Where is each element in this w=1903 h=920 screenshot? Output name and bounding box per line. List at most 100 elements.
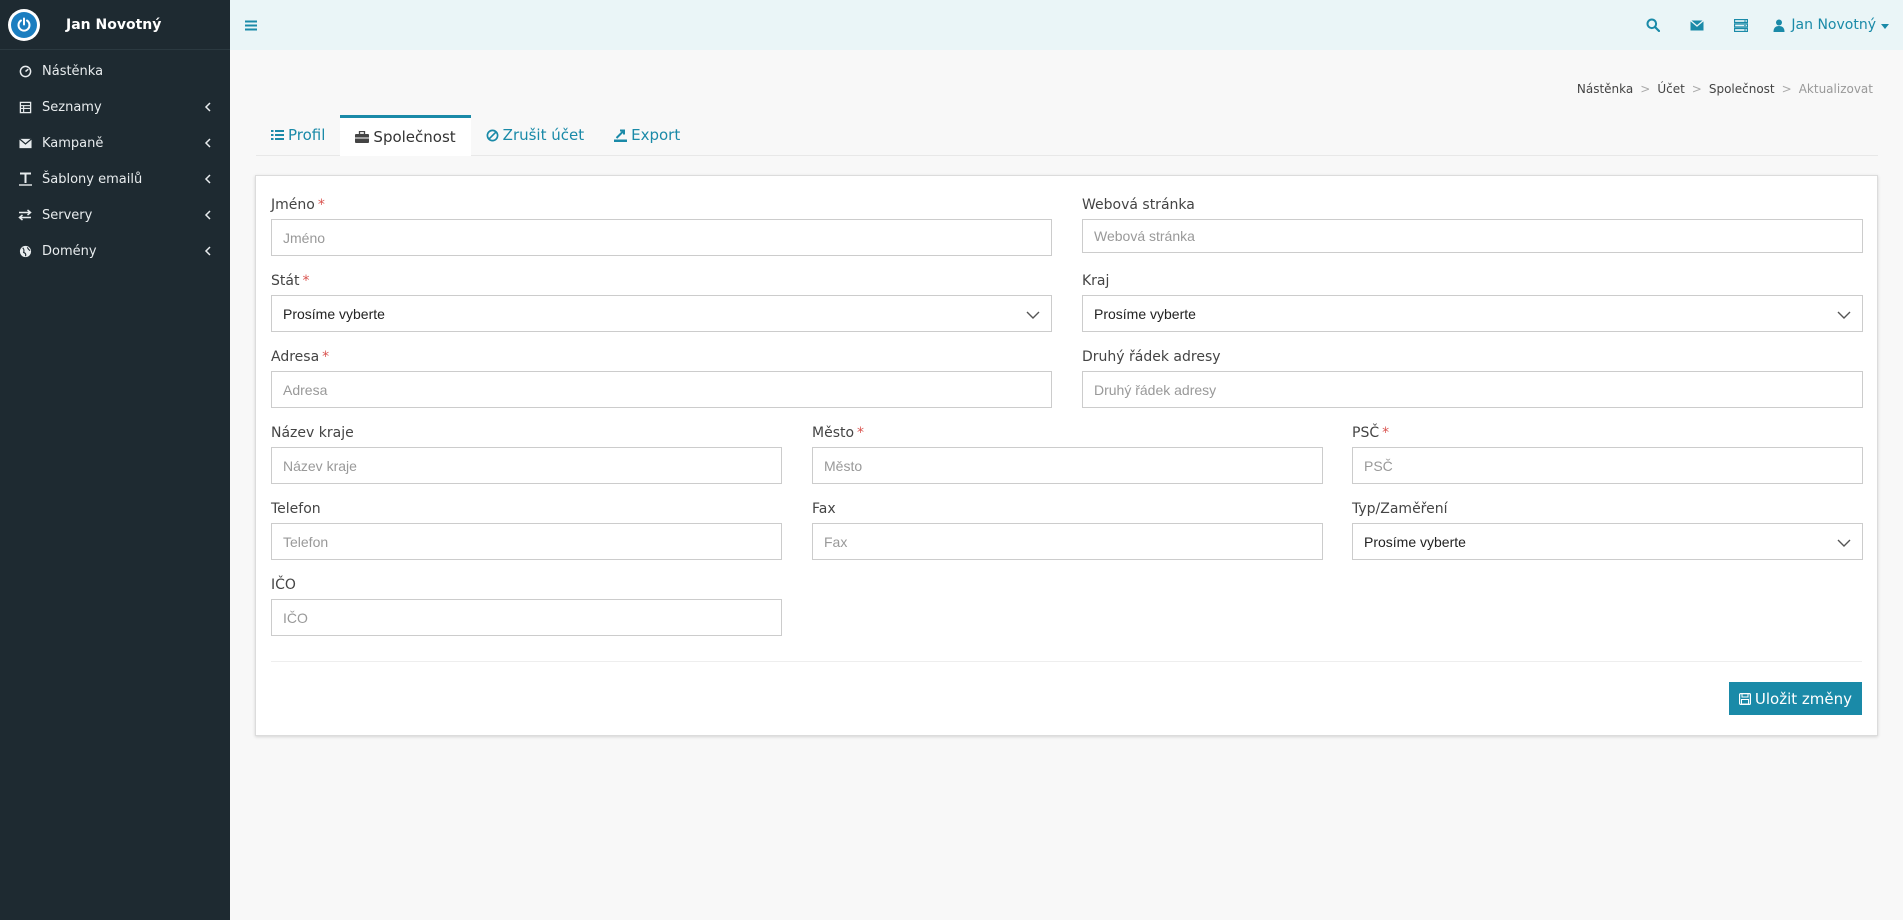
hamburger-menu-icon[interactable] xyxy=(244,18,258,32)
ico-label: IČO xyxy=(271,577,296,593)
search-icon[interactable] xyxy=(1631,0,1675,50)
zip-field-group: PSČ * xyxy=(1352,425,1863,484)
briefcase-icon xyxy=(355,131,370,143)
chevron-down-icon xyxy=(1837,306,1851,322)
sidebar-item-kampane[interactable]: Kampaně xyxy=(0,125,230,161)
export-icon xyxy=(614,129,628,142)
user-menu[interactable]: Jan Novotný xyxy=(1763,17,1903,33)
sidebar-item-label: Kampaně xyxy=(42,135,104,151)
sidebar-item-label: Servery xyxy=(42,207,93,223)
address-label: Adresa * xyxy=(271,349,330,365)
form-divider xyxy=(271,661,1862,662)
server-icon[interactable] xyxy=(1719,0,1763,50)
breadcrumb-separator: > xyxy=(1640,82,1651,96)
zip-input[interactable] xyxy=(1352,447,1863,484)
region-name-input[interactable] xyxy=(271,447,782,484)
sidebar-item-domeny[interactable]: Domény xyxy=(0,233,230,269)
ico-field-group: IČO xyxy=(271,577,782,636)
breadcrumb-separator: > xyxy=(1691,82,1702,96)
city-field-group: Město * xyxy=(812,425,1323,484)
sidebar-item-label: Šablony emailů xyxy=(42,171,143,187)
text-icon xyxy=(18,172,32,186)
website-field-group: Webová stránka xyxy=(1082,197,1863,253)
region-label: Kraj xyxy=(1082,273,1110,289)
zip-label: PSČ * xyxy=(1352,425,1390,441)
chevron-left-icon xyxy=(202,174,212,184)
sidebar-item-nastenka[interactable]: Nástěnka xyxy=(0,53,230,89)
exchange-icon xyxy=(18,208,32,222)
tab-label: Profil xyxy=(288,126,326,144)
fax-input[interactable] xyxy=(812,523,1323,560)
envelope-icon xyxy=(18,136,32,150)
globe-icon xyxy=(18,244,32,258)
breadcrumb-separator: > xyxy=(1781,82,1792,96)
brand-name: Jan Novotný xyxy=(66,16,162,33)
floppy-disk-icon xyxy=(1738,692,1751,705)
chevron-left-icon xyxy=(202,210,212,220)
name-field-group: Jméno * xyxy=(271,197,1052,256)
phone-label: Telefon xyxy=(271,501,321,517)
chevron-down-icon xyxy=(1026,306,1040,322)
topbar: Jan Novotný xyxy=(230,0,1903,50)
tab-profil[interactable]: Profil xyxy=(256,115,340,155)
region-select[interactable]: Prosíme vyberte xyxy=(1082,295,1863,332)
chevron-left-icon xyxy=(202,246,212,256)
ico-input[interactable] xyxy=(271,599,782,636)
brand: Jan Novotný xyxy=(0,0,230,50)
sidebar-nav: Nástěnka Seznamy Kampaně Šablony emailů … xyxy=(0,53,230,269)
address-input[interactable] xyxy=(271,371,1052,408)
save-button-label: Uložit změny xyxy=(1754,689,1852,708)
company-form: Jméno* Webová stránka Stát* Prosíme vybe… xyxy=(255,175,1878,736)
country-select[interactable]: Prosíme vyberte xyxy=(271,295,1052,332)
country-label: Stát * xyxy=(271,273,310,289)
topbar-actions: Jan Novotný xyxy=(1631,0,1903,50)
user-name: Jan Novotný xyxy=(1791,17,1876,33)
list-icon xyxy=(271,129,284,141)
sidebar-item-sablony[interactable]: Šablony emailů xyxy=(0,161,230,197)
address-field-group: Adresa * xyxy=(271,349,1052,408)
save-button[interactable]: Uložit změny xyxy=(1728,682,1862,715)
address2-field-group: Druhý řádek adresy xyxy=(1082,349,1863,408)
breadcrumb-current: Aktualizovat xyxy=(1798,82,1873,96)
fax-field-group: Fax xyxy=(812,501,1323,560)
tab-label: Společnost xyxy=(373,128,456,146)
type-label: Typ/Zaměření xyxy=(1352,501,1448,517)
address2-label: Druhý řádek adresy xyxy=(1082,349,1221,365)
sidebar-item-label: Nástěnka xyxy=(42,63,104,79)
account-tabs: Profil Společnost Zrušit účet Export xyxy=(256,115,1878,156)
website-input[interactable] xyxy=(1082,219,1863,253)
city-input[interactable] xyxy=(812,447,1323,484)
user-icon xyxy=(1773,19,1785,32)
tab-spolecnost[interactable]: Společnost xyxy=(340,115,471,156)
sidebar-item-servery[interactable]: Servery xyxy=(0,197,230,233)
chevron-left-icon xyxy=(202,138,212,148)
chevron-left-icon xyxy=(202,102,212,112)
sidebar-item-seznamy[interactable]: Seznamy xyxy=(0,89,230,125)
type-select[interactable]: Prosíme vyberte xyxy=(1352,523,1863,560)
phone-field-group: Telefon xyxy=(271,501,782,560)
city-label: Město * xyxy=(812,425,865,441)
breadcrumb: Nástěnka > Účet > Společnost > Aktualizo… xyxy=(1577,82,1873,96)
power-icon[interactable] xyxy=(8,8,40,41)
sidebar: Jan Novotný Nástěnka Seznamy Kampaně Šab… xyxy=(0,0,230,920)
envelope-icon[interactable] xyxy=(1675,0,1719,50)
tab-zrusit-ucet[interactable]: Zrušit účet xyxy=(471,115,599,155)
breadcrumb-item[interactable]: Nástěnka xyxy=(1577,82,1633,96)
breadcrumb-item[interactable]: Společnost xyxy=(1709,82,1775,96)
name-input[interactable] xyxy=(271,219,1052,256)
country-field-group: Stát * Prosíme vyberte xyxy=(271,273,1052,332)
tab-export[interactable]: Export xyxy=(599,115,695,155)
region-field-group: Kraj Prosíme vyberte xyxy=(1082,273,1863,332)
address2-input[interactable] xyxy=(1082,371,1863,408)
sidebar-item-label: Seznamy xyxy=(42,99,102,115)
dashboard-icon xyxy=(18,64,32,78)
website-label: Webová stránka xyxy=(1082,197,1195,213)
chevron-down-icon xyxy=(1837,534,1851,550)
region-name-label: Název kraje xyxy=(271,425,354,441)
breadcrumb-item[interactable]: Účet xyxy=(1657,82,1684,96)
phone-input[interactable] xyxy=(271,523,782,560)
fax-label: Fax xyxy=(812,501,836,517)
sidebar-item-label: Domény xyxy=(42,243,97,259)
ban-icon xyxy=(486,129,499,142)
tab-label: Export xyxy=(631,126,681,144)
